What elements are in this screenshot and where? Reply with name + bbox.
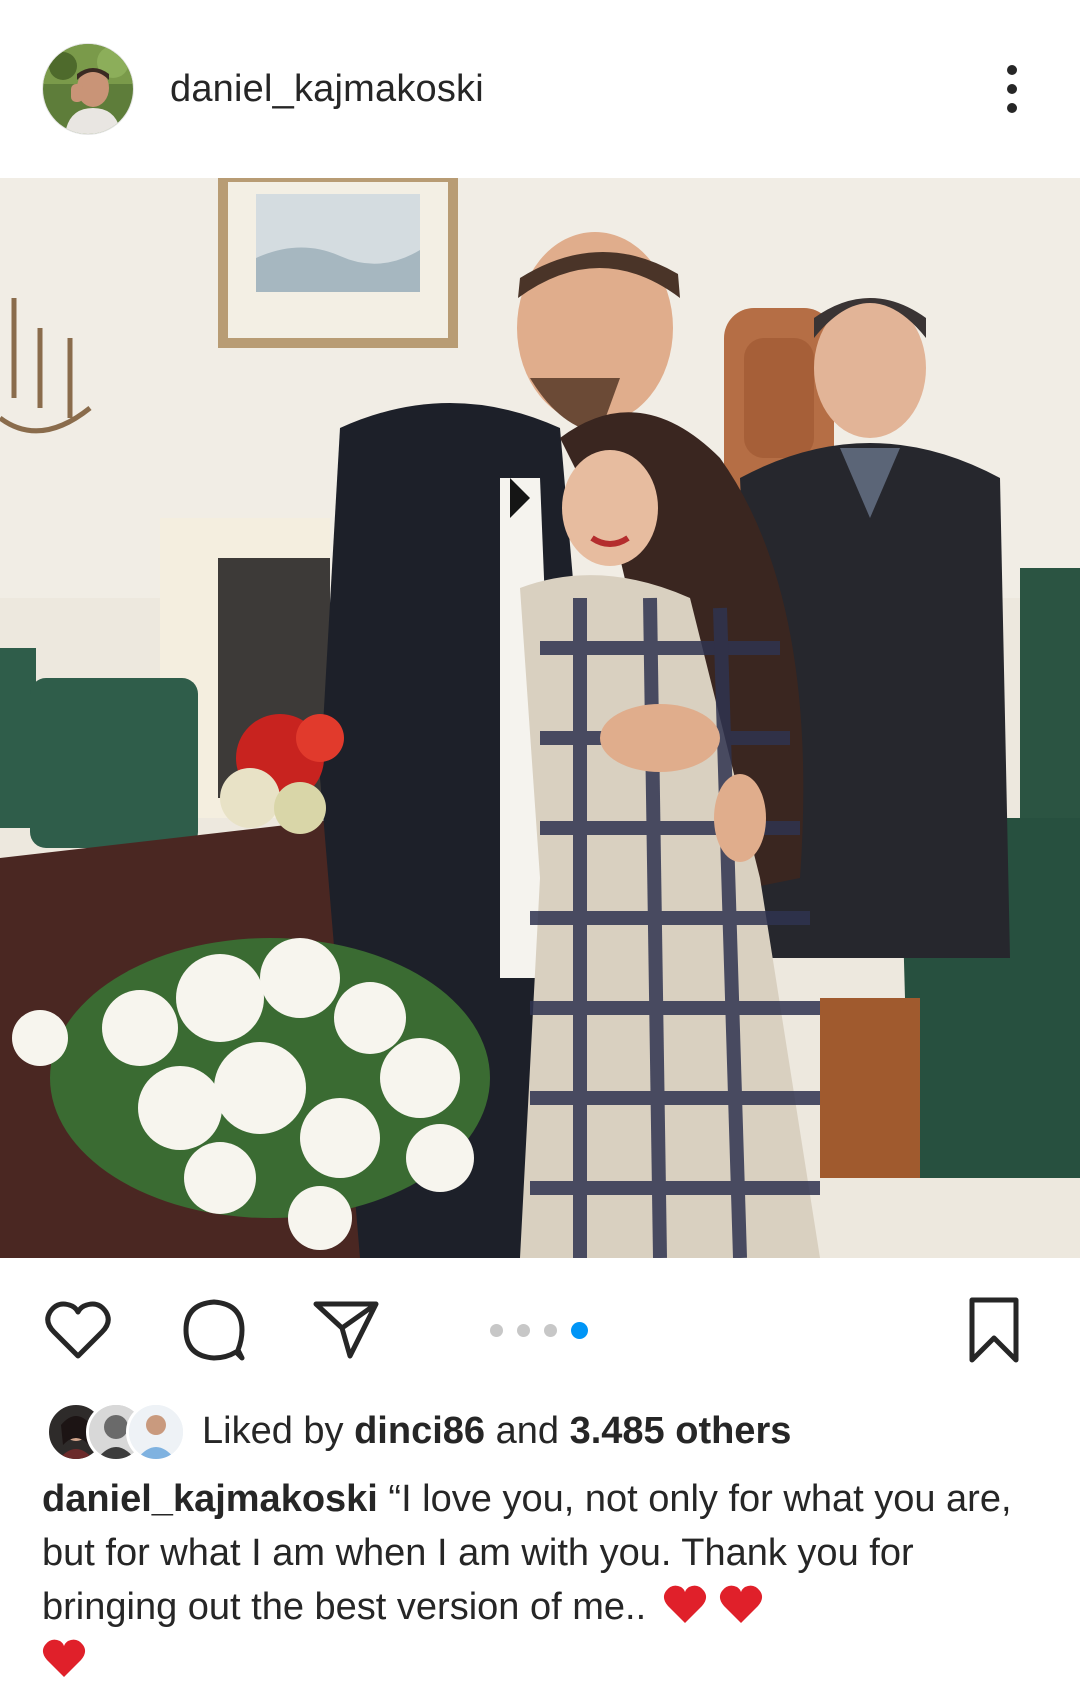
carousel-indicator xyxy=(490,1322,588,1339)
post-header: daniel_kajmakoski xyxy=(0,0,1080,178)
liker-avatars xyxy=(46,1402,186,1462)
first-liker-link[interactable]: dinci86 xyxy=(354,1410,485,1452)
post-photo-illustration xyxy=(0,178,1080,1258)
likes-row[interactable]: Liked by dinci86 and 3.485 others xyxy=(46,1398,791,1464)
post-photo[interactable] xyxy=(0,178,1080,1258)
post-action-bar xyxy=(0,1258,1080,1398)
likes-middle: and xyxy=(485,1409,570,1452)
red-heart-emoji xyxy=(663,1583,707,1625)
more-options-icon[interactable] xyxy=(992,59,1032,119)
carousel-dot xyxy=(544,1324,557,1337)
caption-username[interactable]: daniel_kajmakoski xyxy=(42,1478,378,1520)
paper-plane-icon[interactable] xyxy=(310,1294,382,1366)
red-heart-emoji xyxy=(42,1637,86,1679)
comment-bubble-icon[interactable] xyxy=(178,1294,250,1366)
likes-others-link[interactable]: 3.485 others xyxy=(570,1410,792,1452)
post-username[interactable]: daniel_kajmakoski xyxy=(170,68,992,111)
bookmark-icon[interactable] xyxy=(958,1294,1030,1366)
heart-outline-icon[interactable] xyxy=(42,1294,114,1366)
red-heart-emoji xyxy=(719,1583,763,1625)
post-caption: daniel_kajmakoski “I love you, not only … xyxy=(42,1472,1042,1688)
likes-prefix: Liked by xyxy=(202,1409,355,1452)
profile-avatar[interactable] xyxy=(42,43,134,135)
carousel-dot-active xyxy=(571,1322,588,1339)
liker-avatar xyxy=(126,1402,186,1462)
likes-summary: Liked by dinci86 and 3.485 others xyxy=(202,1410,791,1453)
carousel-dot xyxy=(517,1324,530,1337)
carousel-dot xyxy=(490,1324,503,1337)
